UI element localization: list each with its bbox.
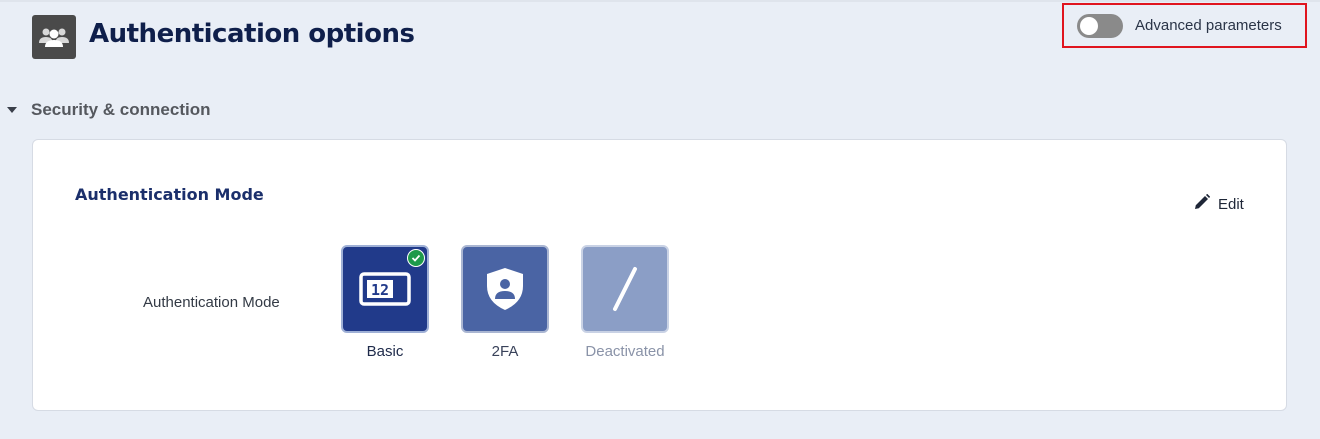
password-field-text: 12 <box>371 281 389 299</box>
edit-label: Edit <box>1218 196 1244 213</box>
authentication-mode-card: Authentication Mode Edit Authentication … <box>32 139 1287 411</box>
option-basic-label: Basic <box>366 343 404 360</box>
toggle-knob <box>1080 16 1098 35</box>
advanced-parameters-toggle[interactable] <box>1077 13 1123 38</box>
card-title: Authentication Mode <box>75 185 264 204</box>
field-label-authentication-mode: Authentication Mode <box>143 294 280 311</box>
option-deactivated-tile <box>581 245 669 333</box>
option-deactivated[interactable]: Deactivated <box>581 245 669 360</box>
option-2fa-tile <box>461 245 549 333</box>
selected-check-icon <box>407 249 425 267</box>
page-title: Authentication options <box>89 19 415 49</box>
option-basic[interactable]: 12 Basic <box>341 245 429 360</box>
option-deactivated-label: Deactivated <box>585 343 665 360</box>
shield-user-icon <box>487 268 523 310</box>
option-basic-tile: 12 <box>341 245 429 333</box>
slash-icon <box>613 267 637 311</box>
password-field-icon: 12 <box>359 272 411 306</box>
option-2fa-label: 2FA <box>491 343 519 360</box>
caret-down-icon <box>7 107 17 113</box>
section-label: Security & connection <box>31 100 211 119</box>
users-icon <box>32 15 76 59</box>
edit-button[interactable]: Edit <box>1194 193 1244 215</box>
advanced-parameters-highlight: Advanced parameters <box>1062 3 1307 48</box>
section-header-security[interactable]: Security & connection <box>7 100 210 120</box>
top-divider <box>0 0 1320 2</box>
pencil-icon <box>1194 193 1211 215</box>
advanced-parameters-label: Advanced parameters <box>1135 17 1282 34</box>
option-2fa[interactable]: 2FA <box>461 245 549 360</box>
